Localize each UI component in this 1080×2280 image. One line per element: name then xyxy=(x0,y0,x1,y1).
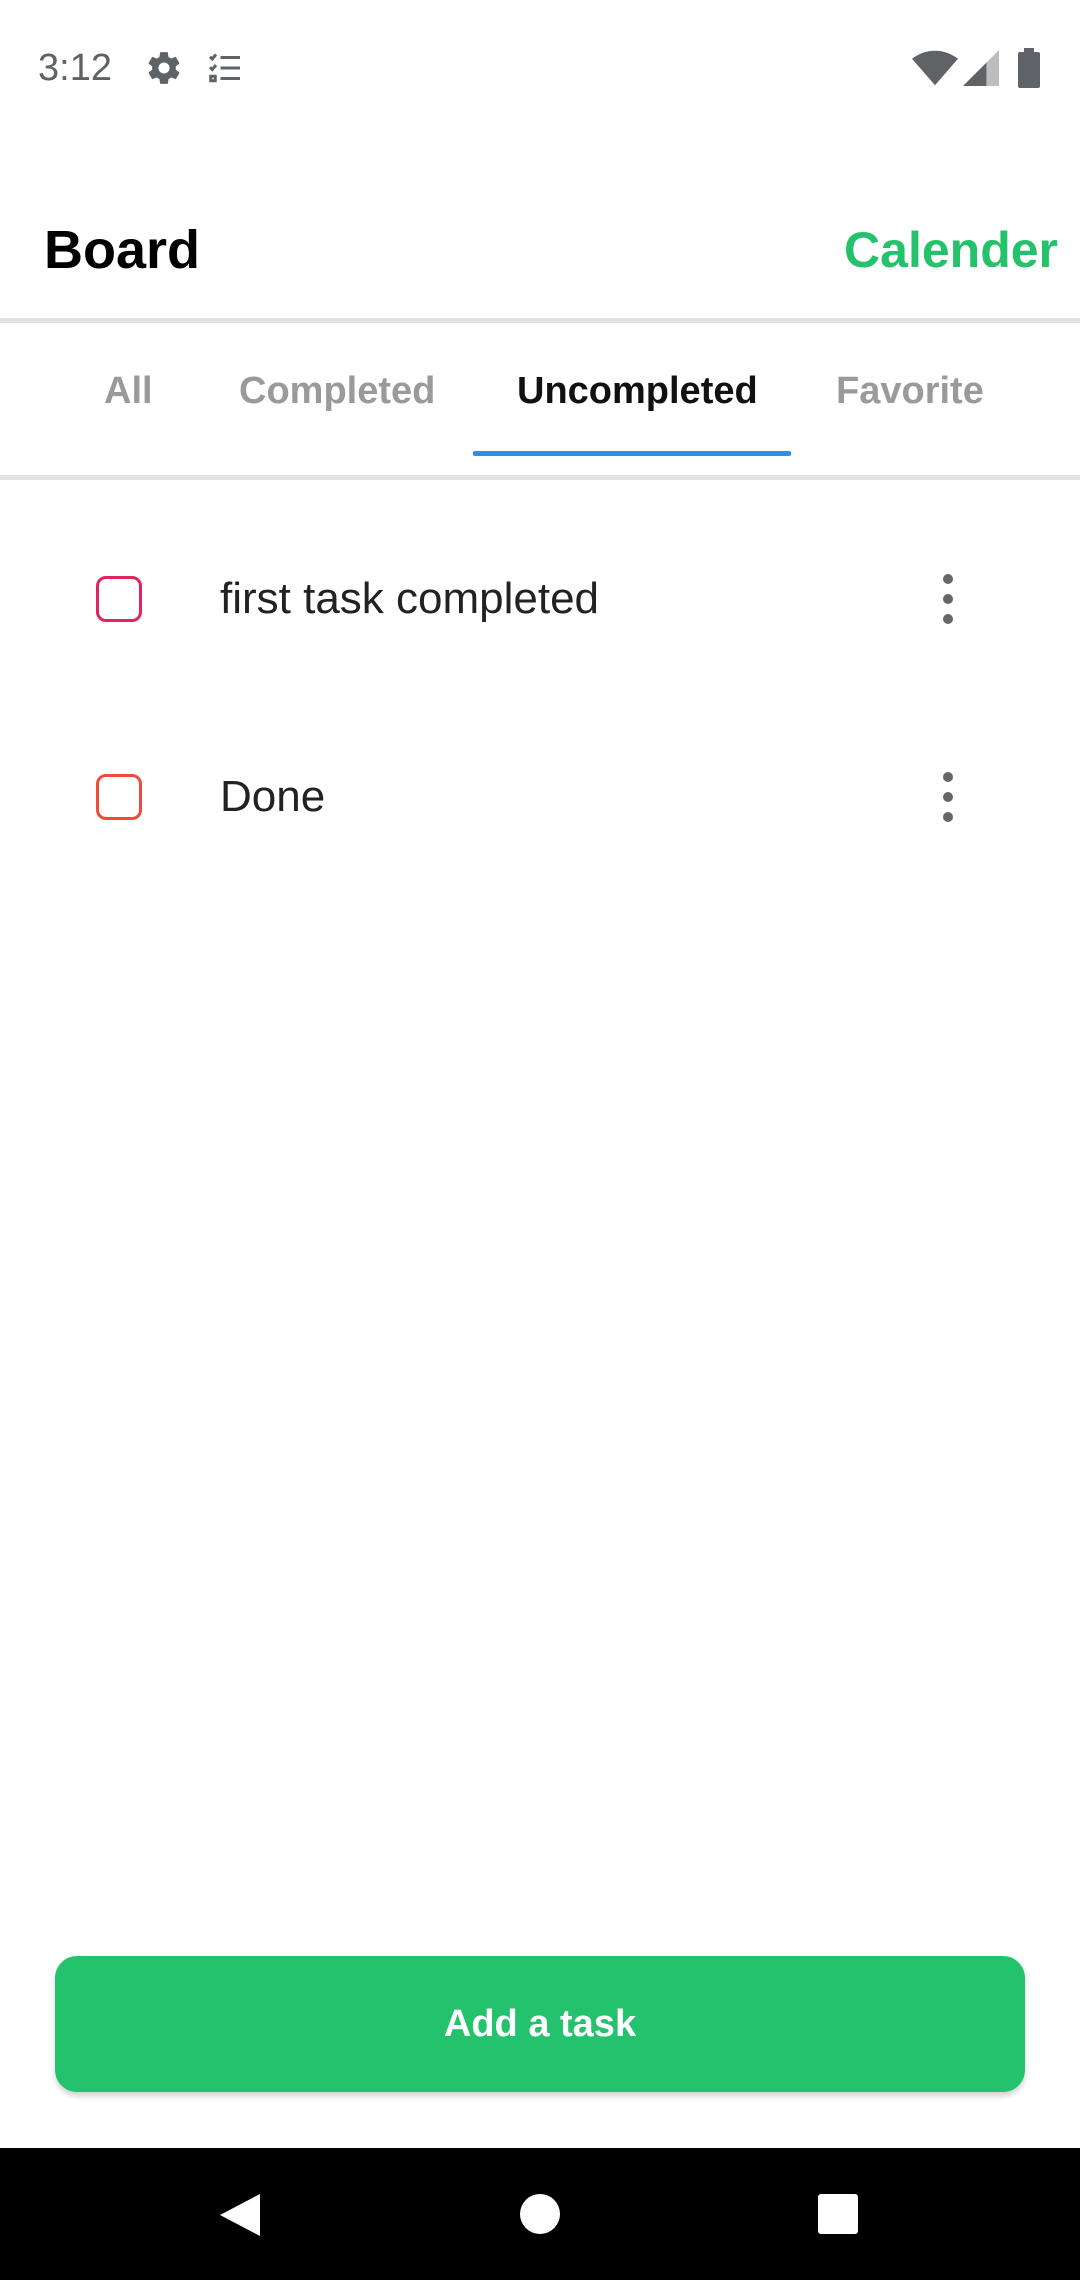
active-tab-indicator xyxy=(473,451,791,456)
battery-icon xyxy=(1018,48,1040,88)
list-item: first task completed xyxy=(0,520,1080,680)
task-checkbox[interactable] xyxy=(96,576,142,622)
home-icon[interactable] xyxy=(520,2194,560,2234)
task-label: Done xyxy=(220,772,326,821)
tab-uncompleted[interactable]: Uncompleted xyxy=(517,363,758,419)
task-label: first task completed xyxy=(220,574,600,623)
more-options-icon[interactable] xyxy=(928,767,968,827)
gear-icon xyxy=(148,52,180,84)
add-task-button[interactable]: Add a task xyxy=(55,1956,1025,2092)
back-icon[interactable] xyxy=(218,2192,262,2238)
screen: 3:12 Board Calender All Completed Uncomp… xyxy=(0,0,1080,2280)
recents-icon[interactable] xyxy=(818,2194,858,2234)
tab-completed[interactable]: Completed xyxy=(239,363,435,419)
tab-all[interactable]: All xyxy=(104,363,153,419)
task-checkbox[interactable] xyxy=(96,774,142,820)
filter-tabs: All Completed Uncompleted Favorite xyxy=(0,323,1080,473)
checklist-icon xyxy=(208,53,240,83)
calendar-link[interactable]: Calender xyxy=(844,218,1058,282)
wifi-icon xyxy=(912,50,958,86)
status-bar: 3:12 xyxy=(0,0,1080,136)
app-header: Board Calender xyxy=(0,200,1080,320)
system-nav-bar xyxy=(0,2148,1080,2280)
tabs-divider xyxy=(0,475,1080,480)
status-time: 3:12 xyxy=(38,47,112,89)
signal-icon xyxy=(963,50,999,86)
tab-favorite[interactable]: Favorite xyxy=(836,363,984,419)
more-options-icon[interactable] xyxy=(928,569,968,629)
list-item: Done xyxy=(0,718,1080,878)
page-title: Board xyxy=(44,220,201,280)
